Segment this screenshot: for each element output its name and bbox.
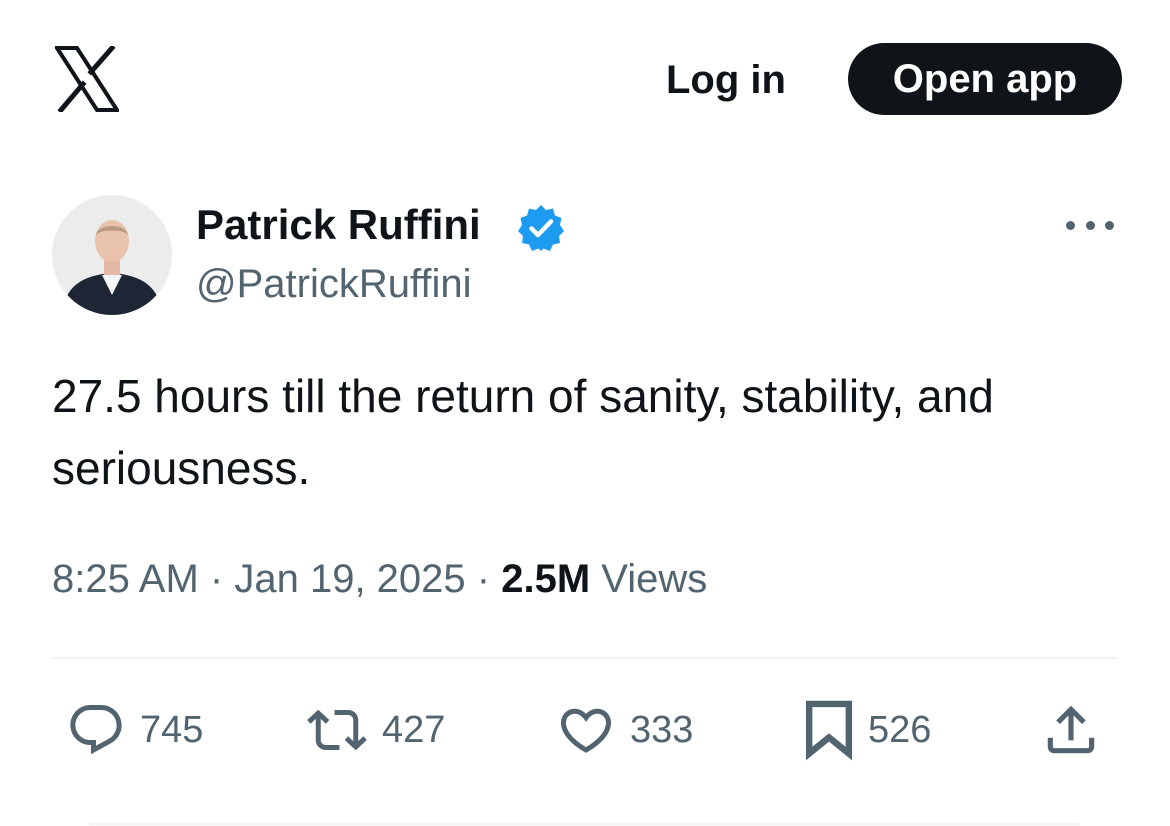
x-logo-icon[interactable] <box>55 46 119 112</box>
login-link[interactable]: Log in <box>666 56 786 104</box>
meta-separator: · <box>476 557 491 601</box>
views-count: 2.5M <box>501 557 591 601</box>
dot-icon <box>1105 220 1114 230</box>
dot-icon <box>1066 220 1075 230</box>
bookmark-button[interactable]: 526 <box>804 695 931 765</box>
repost-button[interactable]: 427 <box>306 695 445 765</box>
reply-count: 745 <box>140 708 204 751</box>
bookmark-icon <box>805 700 853 761</box>
author-handle[interactable]: @PatrickRuffini <box>196 260 472 308</box>
dot-icon <box>1085 220 1095 230</box>
bookmark-count: 526 <box>868 708 932 751</box>
reply-button[interactable]: 745 <box>66 695 203 765</box>
like-count: 333 <box>630 708 694 751</box>
avatar-image <box>52 195 172 315</box>
meta-separator: · <box>209 557 224 601</box>
repost-icon <box>307 709 367 751</box>
top-bar: Log in Open app <box>0 0 1170 150</box>
avatar[interactable] <box>52 195 172 315</box>
share-button[interactable] <box>1040 695 1102 765</box>
more-options-icon[interactable] <box>1066 210 1114 240</box>
heart-icon <box>560 708 612 753</box>
open-app-button[interactable]: Open app <box>848 43 1122 115</box>
reply-icon <box>70 705 122 755</box>
share-icon <box>1047 705 1095 754</box>
action-bar: 745 427 333 526 <box>0 695 1170 765</box>
author-name[interactable]: Patrick Ruffini <box>196 200 481 250</box>
tweet-time[interactable]: 8:25 AM <box>52 557 199 601</box>
tweet-text: 27.5 hours till the return of sanity, st… <box>52 370 994 494</box>
tweet-meta: 8:25 AM · Jan 19, 2025 · 2.5M Views <box>52 554 707 604</box>
divider <box>90 823 1080 825</box>
verified-badge-icon <box>518 205 564 251</box>
like-button[interactable]: 333 <box>556 695 693 765</box>
divider <box>52 657 1118 659</box>
tweet-date[interactable]: Jan 19, 2025 <box>234 557 465 601</box>
views-label: Views <box>601 557 708 601</box>
repost-count: 427 <box>382 708 446 751</box>
